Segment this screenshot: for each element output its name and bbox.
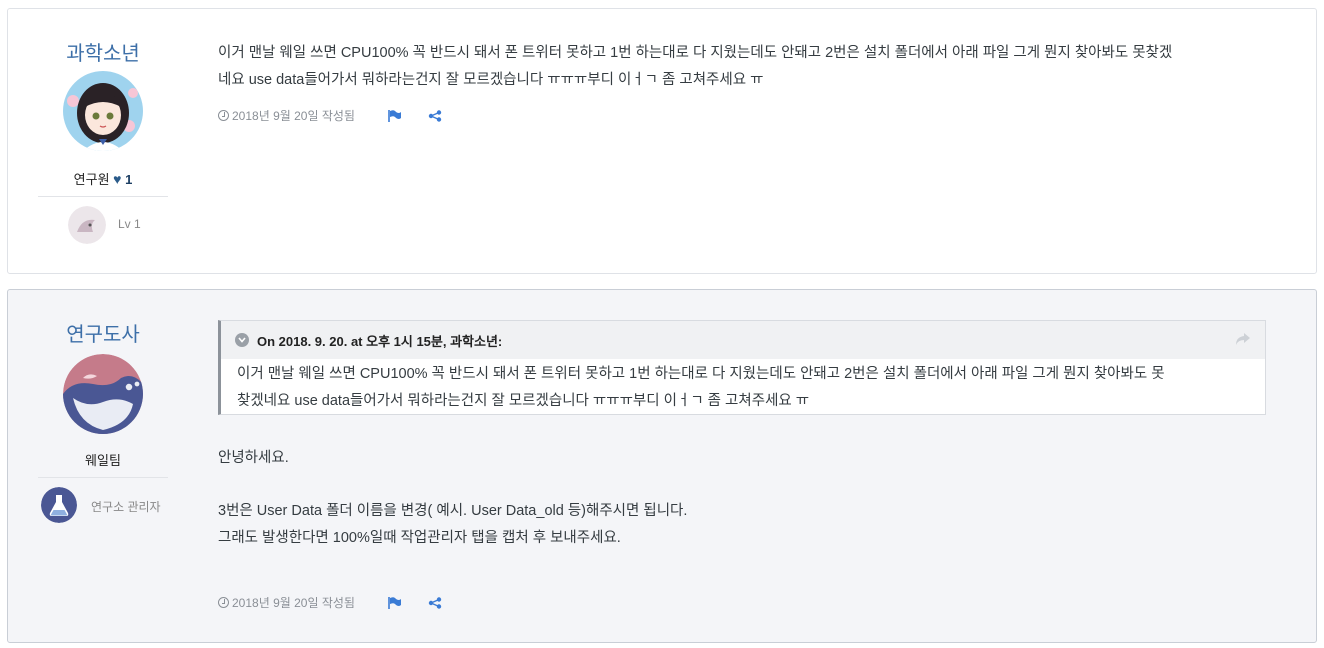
- level-badge-icon: [68, 206, 106, 244]
- content-line: 이거 맨날 웨일 쓰면 CPU100% 꼭 반드시 돼서 폰 트위터 못하고 1…: [218, 45, 1173, 61]
- quote-body: 이거 맨날 웨일 쓰면 CPU100% 꼭 반드시 돼서 폰 트위터 못하고 1…: [221, 359, 1265, 415]
- post-content: 안녕하세요. 3번은 User Data 폴더 이름을 변경( 예시. User…: [218, 445, 1266, 552]
- share-icon[interactable]: [428, 596, 442, 609]
- post-content: 이거 맨날 웨일 쓰면 CPU100% 꼭 반드시 돼서 폰 트위터 못하고 1…: [218, 40, 1266, 94]
- content-line: 네요 use data들어가서 뭐하라는건지 잘 모르겠습니다 ㅠㅠㅠ부디 이ㅓ…: [218, 72, 764, 88]
- level-label: Lv 1: [118, 217, 141, 231]
- rank-label: 웨일팀: [85, 453, 121, 468]
- quote-citation: On 2018. 9. 20. at 오후 1시 15분, 과학소년:: [257, 333, 503, 349]
- reply-line: 3번은 User Data 폴더 이름을 변경( 예시. User Data_o…: [218, 503, 688, 519]
- heart-icon: ♥: [113, 171, 122, 187]
- clock-icon: [218, 110, 229, 121]
- reply-line: 그래도 발생한다면 100%일때 작업관리자 탭을 캡처 후 보내주세요.: [218, 530, 621, 546]
- quote-block: On 2018. 9. 20. at 오후 1시 15분, 과학소년: 이거 맨…: [218, 320, 1266, 415]
- post-meta: 2018년 9월 20일 작성됨: [218, 594, 442, 611]
- post-1: 과학소년 연구원 ♥ 1 Lv 1 이거 맨날 웨일 쓰면 CPU100% 꼭 …: [7, 8, 1317, 274]
- author-name[interactable]: 과학소년: [38, 37, 168, 66]
- post-date[interactable]: 2018년 9월 20일 작성됨: [232, 594, 355, 611]
- quote-line: 찾겠네요 use data들어가서 뭐하라는건지 잘 모르겠습니다 ㅠㅠㅠ부디 …: [237, 393, 810, 409]
- clock-icon: [218, 597, 229, 608]
- avatar[interactable]: [63, 354, 143, 434]
- rank-label: 연구원: [73, 172, 110, 187]
- divider: [38, 196, 168, 197]
- author-rank: 연구원 ♥ 1: [38, 169, 168, 188]
- divider: [38, 477, 168, 478]
- author-name[interactable]: 연구도사: [38, 318, 168, 347]
- reply-arrow-icon[interactable]: [1235, 332, 1251, 346]
- flag-icon[interactable]: [388, 596, 402, 609]
- post-date[interactable]: 2018년 9월 20일 작성됨: [232, 107, 355, 124]
- chevron-down-icon[interactable]: [235, 333, 249, 347]
- avatar[interactable]: [63, 71, 143, 151]
- flask-icon: [41, 487, 77, 523]
- flag-icon[interactable]: [388, 109, 402, 122]
- quote-header[interactable]: On 2018. 9. 20. at 오후 1시 15분, 과학소년:: [221, 321, 1265, 359]
- share-icon[interactable]: [428, 109, 442, 122]
- post-meta: 2018년 9월 20일 작성됨: [218, 107, 442, 124]
- post-2: 연구도사 웨일팀 연구소 관리자 On 2018. 9. 20. at 오후 1…: [7, 289, 1317, 643]
- reply-greeting: 안녕하세요.: [218, 450, 289, 466]
- reputation-count: 1: [125, 172, 133, 187]
- quote-line: 이거 맨날 웨일 쓰면 CPU100% 꼭 반드시 돼서 폰 트위터 못하고 1…: [237, 366, 1165, 382]
- author-rank: 웨일팀: [38, 450, 168, 469]
- level-label: 연구소 관리자: [91, 500, 161, 514]
